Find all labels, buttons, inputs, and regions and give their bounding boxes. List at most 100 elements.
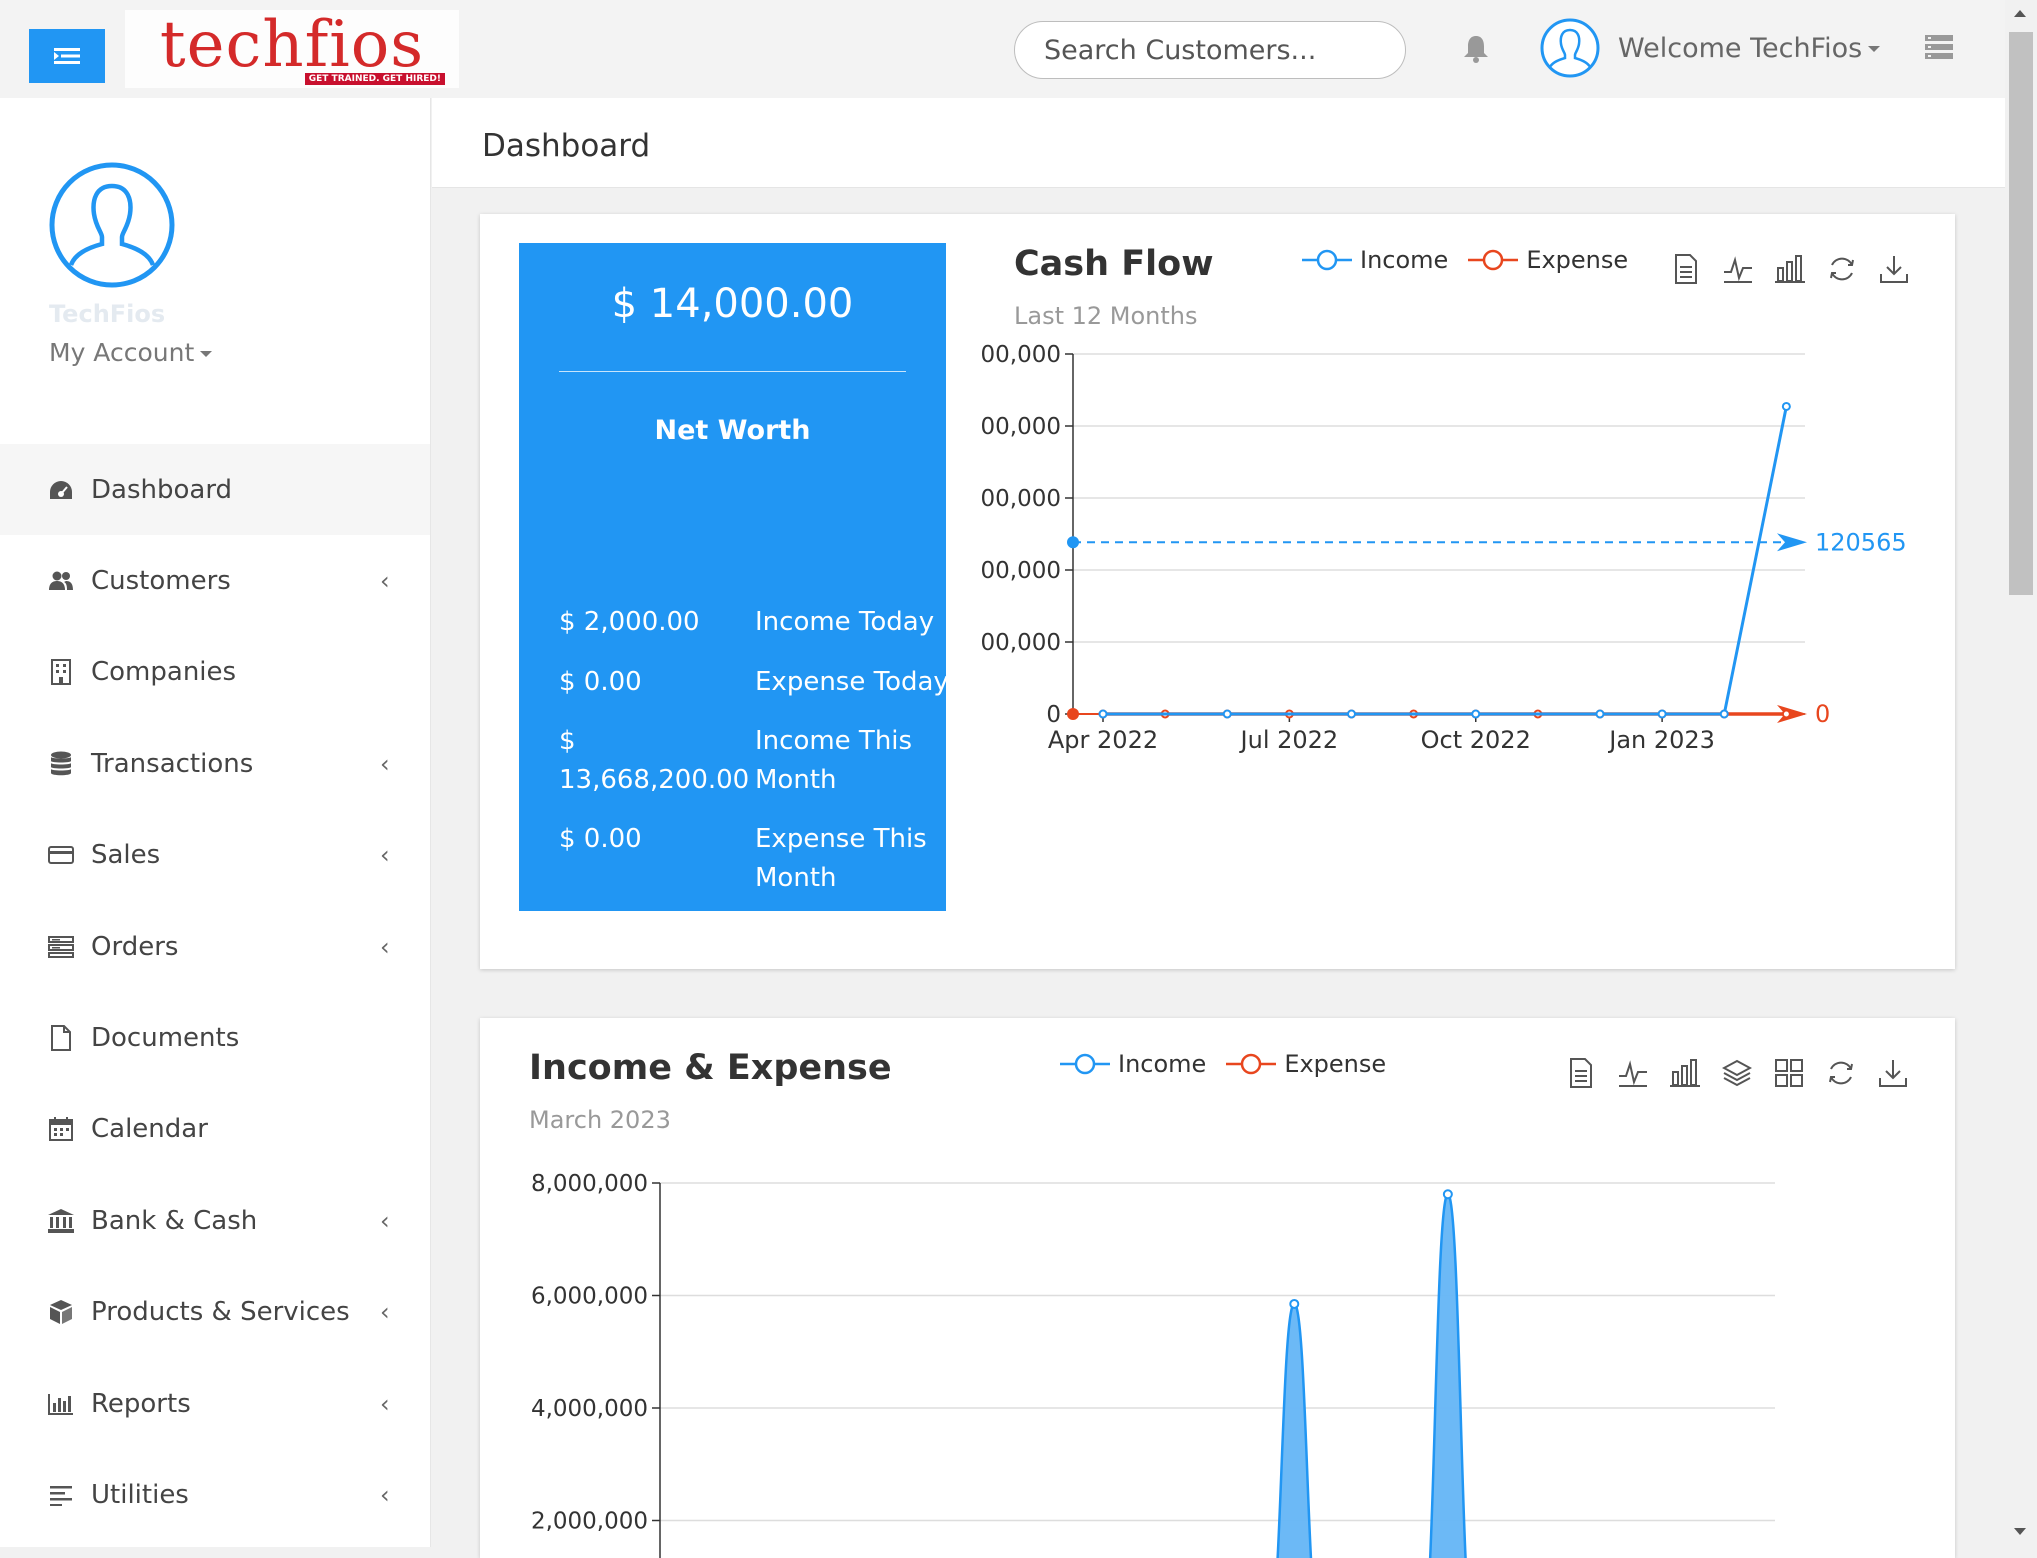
markline-start-point (1067, 708, 1079, 720)
sidebar-item-orders[interactable]: Orders ‹ (0, 901, 430, 992)
legend-expense-icon (1468, 249, 1519, 271)
net-worth-label: Net Worth (654, 415, 811, 446)
scroll-thumb[interactable] (2009, 32, 2033, 595)
tiled-icon[interactable] (1774, 1058, 1804, 1088)
legend-income-label: Income (1360, 246, 1449, 274)
sidebar: TechFios My Account Dashboard Customers ‹ C… (0, 98, 431, 1547)
x-tick-label: Apr 2022 (1048, 726, 1158, 754)
legend-income[interactable]: Income (1060, 1050, 1206, 1078)
sidebar-item-bank-and-cash[interactable]: Bank & Cash ‹ (0, 1175, 430, 1266)
markline-arrow (1777, 533, 1807, 552)
sidebar-item-label: Customers (91, 566, 231, 597)
sidebar-item-companies[interactable]: Companies (0, 627, 430, 718)
sidebar-item-label: Bank & Cash (91, 1205, 258, 1236)
line-chart-icon[interactable] (1618, 1058, 1648, 1088)
caret-down-icon (1868, 46, 1881, 52)
bar-chart-icon[interactable] (1775, 254, 1805, 284)
search-input[interactable] (1044, 34, 1386, 66)
income-expense-subtitle: March 2023 (529, 1106, 671, 1134)
sidebar-item-transactions[interactable]: Transactions ‹ (0, 718, 430, 809)
refresh-icon[interactable] (1827, 254, 1857, 284)
profile-avatar-icon[interactable] (49, 162, 175, 292)
users-icon (47, 567, 75, 595)
credit-card-icon (47, 841, 75, 869)
chevron-left-icon: ‹ (380, 841, 390, 870)
income-expense-title: Income & Expense (529, 1048, 892, 1088)
download-icon[interactable] (1878, 1058, 1908, 1088)
sidebar-item-dashboard[interactable]: Dashboard (0, 444, 430, 536)
search-box (1014, 21, 1406, 79)
legend-income-icon (1060, 1053, 1110, 1075)
y-tick-label: 8,000,000 (531, 1171, 648, 1197)
right-panel-toggle-icon[interactable] (1925, 34, 1953, 64)
legend-expense-icon (1226, 1053, 1277, 1075)
y-tick-label: 0 (1046, 702, 1061, 728)
data-point-expense (1781, 709, 1791, 719)
divider (559, 371, 906, 372)
sidebar-item-utilities[interactable]: Utilities ‹ (0, 1449, 430, 1540)
chevron-left-icon: ‹ (380, 1206, 390, 1235)
legend-income-label: Income (1118, 1050, 1207, 1078)
sidebar-item-label: Transactions (91, 748, 254, 779)
refresh-icon[interactable] (1826, 1058, 1856, 1088)
my-account-dropdown[interactable]: My Account (49, 338, 213, 367)
income-month-value: $ 13,668,200.00 (559, 726, 750, 795)
y-tick-label: 00,000 (981, 342, 1061, 368)
sidebar-item-label: Reports (91, 1388, 191, 1419)
sidebar-item-products-and-services[interactable]: Products & Services ‹ (0, 1267, 430, 1358)
legend-expense[interactable]: Expense (1468, 246, 1628, 274)
sidebar-item-reports[interactable]: Reports ‹ (0, 1358, 430, 1449)
income-expense-toolbox (1566, 1058, 1908, 1088)
download-icon[interactable] (1879, 254, 1909, 284)
data-point-income (1595, 709, 1605, 719)
y-tick-label: 00,000 (981, 414, 1061, 440)
data-point-income (1719, 709, 1729, 719)
bank-icon (47, 1207, 75, 1235)
sidebar-item-label: Orders (91, 931, 179, 962)
chevron-left-icon: ‹ (380, 749, 390, 778)
chevron-left-icon: ‹ (380, 932, 390, 961)
line-chart-icon[interactable] (1723, 254, 1753, 284)
top-navbar: techfios GET TRAINED. GET HIRED! Welcome… (0, 0, 2005, 98)
chevron-left-icon: ‹ (380, 567, 390, 596)
legend-expense[interactable]: Expense (1226, 1050, 1386, 1078)
income-area (1277, 1194, 1466, 1558)
cash-flow-chart: 0 00,000 00,000 00,000 00,000 00,000 Apr 2022 J… (981, 342, 1907, 754)
markline-label-income: 120565 (1815, 528, 1907, 556)
file-icon (47, 1024, 75, 1052)
cash-flow-title: Cash Flow (1014, 244, 1214, 284)
chevron-left-icon: ‹ (380, 1480, 390, 1509)
stack-icon[interactable] (1722, 1058, 1752, 1088)
scroll-up-arrow-icon[interactable] (2014, 10, 2026, 17)
server-icon (47, 933, 75, 961)
sidebar-toggle-button[interactable] (29, 29, 105, 83)
data-point-income (1657, 709, 1667, 719)
cash-flow-card: $ 14,000.00 Net Worth $ 2,000.00 Income … (480, 214, 1955, 969)
y-tick-label: 4,000,000 (531, 1396, 648, 1422)
income-expense-chart: 8,000,000 6,000,000 4,000,000 2,000,000 (531, 1171, 1775, 1558)
notifications-bell-icon[interactable] (1462, 34, 1490, 68)
logo-wordmark: techfios (159, 8, 425, 82)
sidebar-item-label: Products & Services (91, 1297, 350, 1328)
data-view-icon[interactable] (1671, 254, 1701, 284)
data-view-icon[interactable] (1566, 1058, 1596, 1088)
sidebar-item-customers[interactable]: Customers ‹ (0, 535, 430, 626)
expense-today-label: Expense Today (755, 667, 949, 697)
income-peak-point (1289, 1298, 1300, 1309)
cash-flow-subtitle: Last 12 Months (1014, 302, 1198, 330)
scroll-down-arrow-icon[interactable] (2014, 1528, 2026, 1535)
sidebar-item-documents[interactable]: Documents (0, 992, 430, 1083)
profile-name: TechFios (49, 300, 166, 328)
welcome-text[interactable]: Welcome TechFios (1618, 33, 1881, 64)
x-tick-label: Oct 2022 (1421, 726, 1531, 754)
techfios-logo[interactable]: techfios GET TRAINED. GET HIRED! (125, 10, 459, 88)
sidebar-item-calendar[interactable]: Calendar (0, 1084, 430, 1175)
sidebar-item-sales[interactable]: Sales ‹ (0, 810, 430, 901)
y-tick-label: 00,000 (981, 630, 1061, 656)
user-menu[interactable]: Welcome TechFios (1540, 18, 1881, 78)
page-scrollbar[interactable] (2005, 0, 2037, 1547)
bar-chart-icon[interactable] (1670, 1058, 1700, 1088)
dashboard-icon (47, 476, 75, 504)
expense-month-label: Expense This Month (755, 824, 927, 893)
legend-income[interactable]: Income (1302, 246, 1448, 274)
